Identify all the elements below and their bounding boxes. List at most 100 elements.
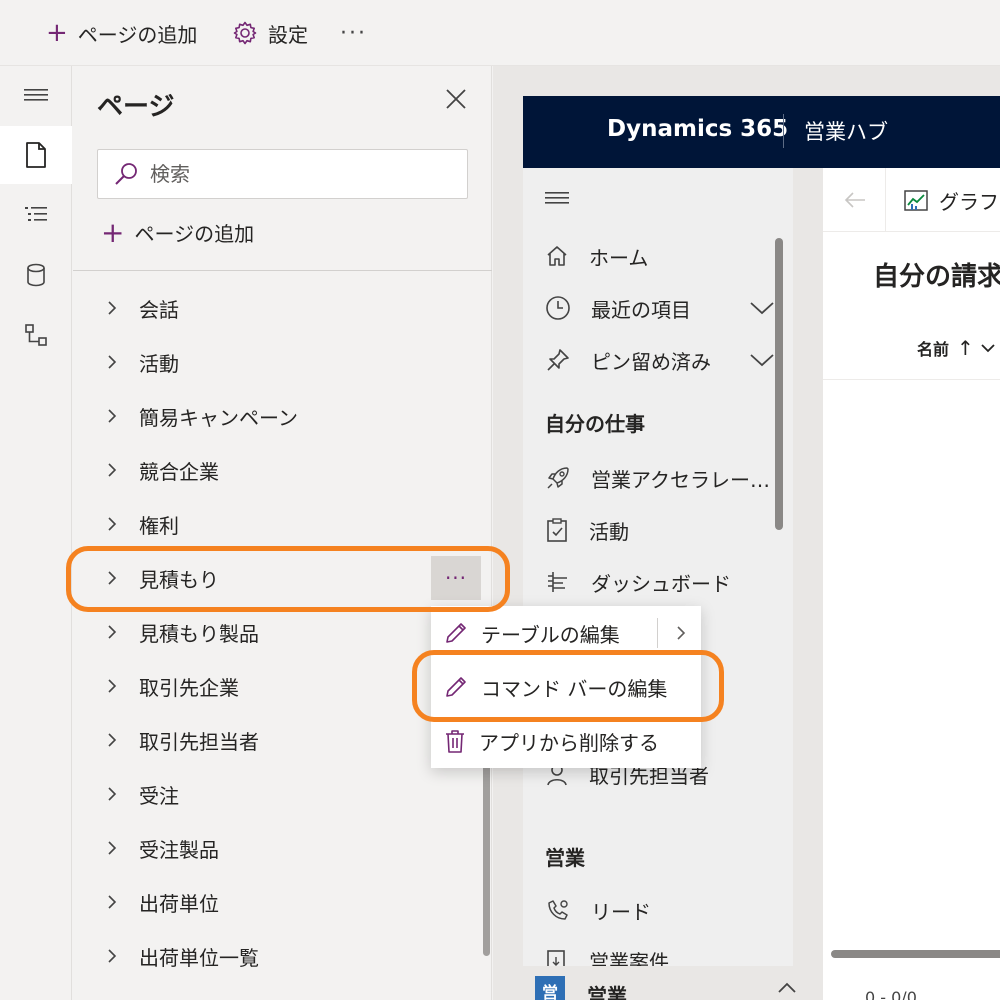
search-input[interactable] bbox=[150, 162, 450, 186]
rail-data-button[interactable] bbox=[0, 246, 72, 304]
settings-button[interactable]: 設定 bbox=[232, 16, 308, 50]
record-count: 0 - 0/0 bbox=[865, 988, 917, 1000]
tree-item[interactable]: 見積もり製品 bbox=[73, 605, 492, 659]
sitemap-group-sales: 営業 bbox=[545, 846, 585, 870]
area-switcher[interactable]: 営 営業 bbox=[523, 966, 796, 1000]
sitemap-group-my-work: 自分の仕事 bbox=[545, 412, 645, 436]
add-page-button[interactable]: + ページの追加 bbox=[46, 16, 197, 50]
search-box[interactable] bbox=[97, 149, 468, 199]
settings-label: 設定 bbox=[268, 22, 308, 47]
tree-item[interactable]: 出荷単位一覧 bbox=[73, 929, 492, 983]
tree-item-selected[interactable]: 見積もり ··· bbox=[73, 551, 492, 605]
tree-item[interactable]: 権利 bbox=[73, 497, 492, 551]
chevron-right-icon bbox=[108, 409, 117, 423]
sitemap-item-sales-accelerator[interactable]: 営業アクセラレー… bbox=[545, 458, 770, 498]
panel-title: ページ bbox=[97, 92, 175, 122]
tree-item[interactable]: 活動 bbox=[73, 335, 492, 389]
tree-item[interactable]: 会話 bbox=[73, 281, 492, 335]
tree-item-label: 受注 bbox=[139, 783, 179, 808]
remove-from-app-menu-item[interactable]: アプリから削除する bbox=[431, 714, 701, 768]
tree-item-label: 取引先担当者 bbox=[139, 729, 259, 754]
tree-item-label: 活動 bbox=[139, 351, 179, 376]
view-toolbar: グラフ bbox=[823, 168, 1000, 232]
back-arrow-icon[interactable] bbox=[843, 188, 867, 212]
tree-item[interactable]: 取引先担当者 bbox=[73, 713, 492, 767]
tree-item[interactable]: 受注 bbox=[73, 767, 492, 821]
rail-pages-button[interactable] bbox=[0, 126, 72, 184]
tree-item[interactable]: 競合企業 bbox=[73, 443, 492, 497]
sitemap-item-dashboards[interactable]: ダッシュボード bbox=[545, 562, 731, 602]
chevron-down-icon[interactable] bbox=[749, 300, 775, 316]
sitemap-label: ピン留め済み bbox=[591, 349, 711, 374]
close-icon[interactable] bbox=[445, 88, 467, 110]
tree-item[interactable]: 出荷単位 bbox=[73, 875, 492, 929]
horizontal-scrollbar[interactable] bbox=[831, 950, 1000, 958]
chevron-right-icon[interactable] bbox=[675, 625, 687, 641]
sitemap-label: 営業アクセラレー… bbox=[591, 467, 770, 492]
edit-table-menu-item[interactable]: テーブルの編集 bbox=[431, 606, 701, 660]
rail-collapse-button[interactable] bbox=[0, 66, 72, 124]
command-bar: + ページの追加 設定 ··· bbox=[0, 0, 1000, 66]
sitemap-scrollbar[interactable] bbox=[775, 238, 783, 530]
tree-item[interactable]: 受注製品 bbox=[73, 821, 492, 875]
tree-item-more-button[interactable]: ··· bbox=[431, 556, 481, 600]
home-icon bbox=[547, 246, 567, 266]
app-header: Dynamics 365 営業ハブ bbox=[523, 96, 1000, 168]
chevron-right-icon bbox=[108, 571, 117, 585]
sitemap-label: ホーム bbox=[589, 245, 649, 270]
edit-command-bar-menu-item[interactable]: コマンド バーの編集 bbox=[431, 660, 701, 714]
header-separator bbox=[783, 114, 784, 148]
sitemap-item-leads[interactable]: リード bbox=[545, 890, 651, 930]
plus-icon: + bbox=[46, 18, 68, 48]
sort-ascending-icon: ↑ bbox=[957, 336, 974, 360]
chevron-right-icon bbox=[108, 463, 117, 477]
add-page-label: ページの追加 bbox=[77, 22, 198, 47]
rocket-icon bbox=[547, 467, 569, 489]
column-label: 名前 bbox=[917, 340, 950, 359]
hamburger-icon bbox=[24, 89, 48, 101]
tree-item[interactable]: 簡易キャンペーン bbox=[73, 389, 492, 443]
left-rail bbox=[0, 66, 72, 1000]
sitemap-item-home[interactable]: ホーム bbox=[545, 236, 648, 276]
chevron-right-icon bbox=[108, 841, 117, 855]
sitemap-label: 活動 bbox=[589, 519, 629, 544]
column-header-name[interactable]: 名前 ↑ bbox=[917, 336, 996, 360]
chevron-right-icon bbox=[108, 517, 117, 531]
chart-icon bbox=[904, 189, 928, 211]
rail-navigation-button[interactable] bbox=[0, 186, 72, 244]
gear-icon bbox=[233, 21, 257, 45]
sitemap-item-pinned[interactable]: ピン留め済み bbox=[545, 340, 711, 380]
clock-icon bbox=[546, 296, 570, 320]
show-chart-button[interactable]: グラフ bbox=[903, 186, 999, 215]
view-title[interactable]: 自分の請求 bbox=[873, 256, 1000, 293]
menu-item-label: テーブルの編集 bbox=[481, 622, 620, 647]
chevron-right-icon bbox=[108, 355, 117, 369]
tree-item-label: 会話 bbox=[139, 297, 179, 322]
tree-item[interactable]: 取引先企業 bbox=[73, 659, 492, 713]
more-options-button[interactable]: ··· bbox=[340, 16, 367, 50]
chevron-right-icon bbox=[108, 949, 117, 963]
chevron-down-icon[interactable] bbox=[749, 352, 775, 368]
rail-automation-button[interactable] bbox=[0, 306, 72, 364]
page-icon bbox=[26, 142, 46, 168]
tree-item-label: 見積もり製品 bbox=[139, 621, 259, 646]
page-tree: 会話 活動 簡易キャンペーン 競合企業 権利 見積もり ··· 見積もり製品 取… bbox=[73, 281, 492, 983]
area-label: 営業 bbox=[587, 984, 627, 1000]
hamburger-icon[interactable] bbox=[545, 190, 569, 206]
column-divider bbox=[823, 379, 1000, 380]
trash-icon bbox=[446, 730, 464, 753]
chevron-right-icon bbox=[108, 625, 117, 639]
sitemap-item-activities[interactable]: 活動 bbox=[545, 510, 629, 550]
tree-item-label: 見積もり bbox=[139, 567, 219, 592]
menu-item-label: アプリから削除する bbox=[479, 730, 659, 755]
app-preview: Dynamics 365 営業ハブ ホーム 最近の項目 ピン留め済み 自分の仕事… bbox=[493, 66, 1000, 1000]
panel-add-page-button[interactable]: + ページの追加 bbox=[101, 218, 254, 247]
sitemap-label: リード bbox=[591, 899, 651, 924]
chevron-right-icon bbox=[108, 679, 117, 693]
sitemap-item-recent[interactable]: 最近の項目 bbox=[545, 288, 691, 328]
context-menu: テーブルの編集 コマンド バーの編集 アプリから削除する bbox=[431, 606, 701, 768]
area-badge: 営 bbox=[535, 976, 565, 1000]
pin-icon bbox=[547, 349, 569, 371]
divider bbox=[73, 270, 492, 271]
chevron-right-icon bbox=[108, 787, 117, 801]
